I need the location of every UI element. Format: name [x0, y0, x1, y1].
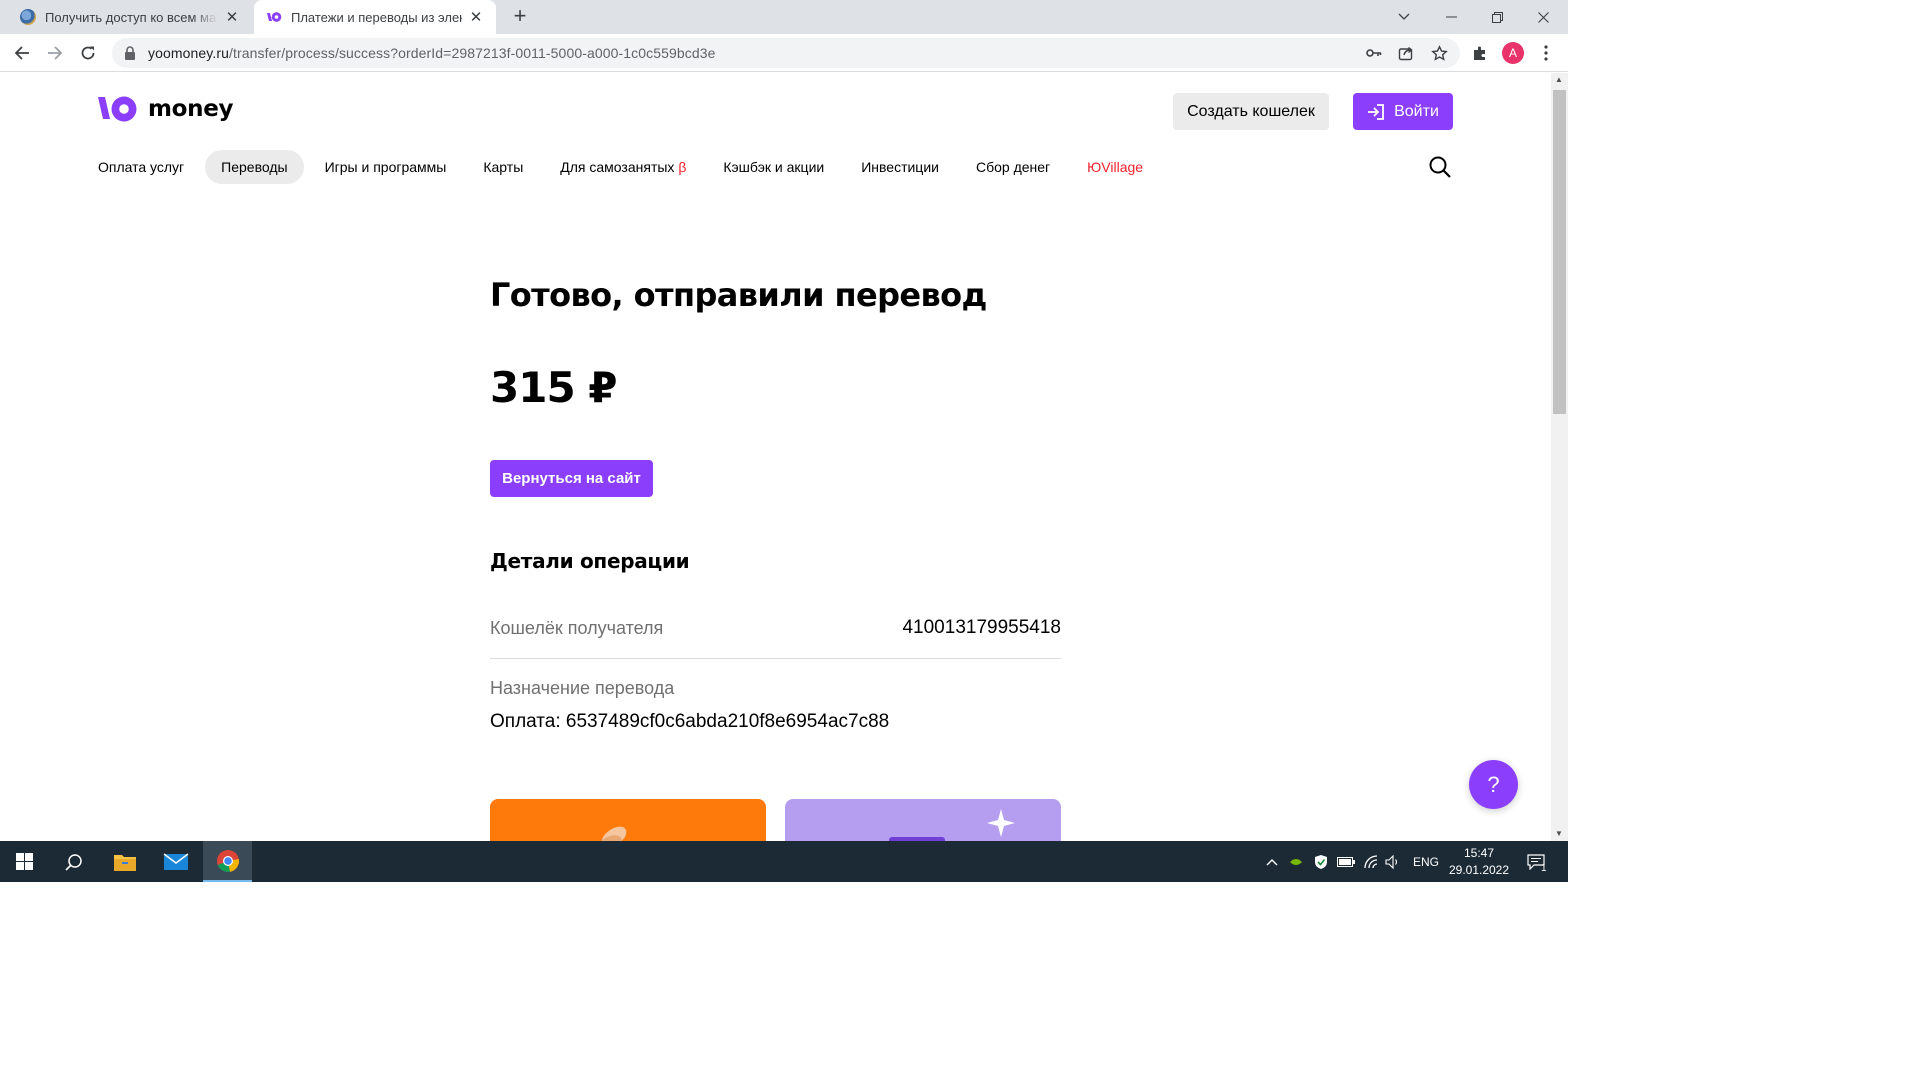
tab-search-icon[interactable]	[1381, 0, 1427, 34]
browser-menu-icon[interactable]	[1534, 41, 1558, 65]
tab-title: Получить доступ ко всем материалам	[45, 9, 218, 25]
url-host: yoomoney.ru	[148, 45, 229, 61]
nvidia-tray-icon[interactable]	[1286, 841, 1306, 882]
coin-illustration-icon	[593, 826, 627, 841]
menu-item-label: Для самозанятых	[560, 159, 675, 175]
menu-item-games[interactable]: Игры и программы	[309, 150, 463, 184]
input-language[interactable]: ENG	[1413, 855, 1439, 869]
sparkle-illustration-icon	[889, 809, 1015, 841]
chrome-taskbar-icon[interactable]	[203, 841, 252, 882]
beta-badge: β	[678, 159, 687, 175]
taskbar-search-icon[interactable]	[49, 841, 98, 882]
notifications-icon[interactable]: 1	[1521, 841, 1551, 882]
url-text: yoomoney.ru/transfer/process/success?ord…	[148, 45, 716, 61]
scroll-up-icon[interactable]: ▲	[1555, 75, 1563, 84]
wifi-icon[interactable]	[1361, 841, 1381, 882]
new-tab-button[interactable]: +	[508, 5, 532, 29]
file-explorer-icon[interactable]	[100, 841, 149, 882]
recipient-wallet-row: Кошелёк получателя 410013179955418	[490, 613, 1061, 659]
reload-icon[interactable]	[76, 41, 100, 65]
menu-item-cashback[interactable]: Кэшбэк и акции	[707, 150, 840, 184]
menu-item-investments[interactable]: Инвестиции	[845, 150, 955, 184]
battery-icon[interactable]	[1336, 841, 1356, 882]
restore-icon[interactable]	[1474, 0, 1520, 34]
login-button[interactable]: Войти	[1353, 93, 1453, 130]
scroll-down-icon[interactable]: ▼	[1555, 829, 1563, 838]
yoomoney-logo[interactable]: money	[98, 95, 234, 123]
close-window-icon[interactable]	[1520, 0, 1566, 34]
menu-item-services[interactable]: Оплата услуг	[82, 150, 200, 184]
extensions-icon[interactable]	[1468, 41, 1492, 65]
details-heading: Детали операции	[490, 549, 690, 573]
site-favicon-icon	[20, 9, 36, 25]
purpose-row: Назначение перевода Оплата: 6537489cf0c6…	[490, 675, 1061, 733]
purpose-value: Оплата: 6537489cf0c6abda210f8e6954ac7c88	[490, 711, 890, 732]
purpose-label: Назначение перевода	[490, 678, 675, 698]
bookmark-star-icon[interactable]	[1427, 41, 1451, 65]
clock-date: 29.01.2022	[1448, 863, 1510, 877]
yoomoney-favicon-icon	[266, 9, 282, 25]
key-icon[interactable]	[1362, 41, 1386, 65]
notification-count: 1	[1541, 863, 1547, 874]
menu-item-cards[interactable]: Карты	[467, 150, 539, 184]
menu-item-transfers[interactable]: Переводы	[205, 150, 304, 184]
close-tab-icon[interactable]: ✕	[468, 9, 484, 26]
volume-icon[interactable]	[1383, 841, 1403, 882]
promo-card-lilac[interactable]	[785, 799, 1061, 841]
recipient-wallet-label: Кошелёк получателя	[490, 618, 664, 638]
menu-item-fundraising[interactable]: Сбор денег	[960, 150, 1066, 184]
scrollbar-thumb[interactable]	[1553, 90, 1566, 414]
return-to-site-button[interactable]: Вернуться на сайт	[490, 460, 653, 497]
recipient-wallet-value: 410013179955418	[902, 617, 1061, 638]
share-icon[interactable]	[1394, 41, 1418, 65]
browser-tab-1[interactable]: Получить доступ ко всем материалам ✕	[8, 0, 252, 34]
browser-tab-2[interactable]: Платежи и переводы из электронного кошел…	[254, 0, 496, 34]
help-button[interactable]: ?	[1469, 760, 1518, 809]
transfer-amount: 315 ₽	[490, 363, 618, 412]
minimize-icon[interactable]	[1428, 0, 1474, 34]
page-scrollbar[interactable]: ▲ ▼	[1551, 73, 1568, 841]
profile-avatar[interactable]: A	[1502, 42, 1524, 64]
url-path: /transfer/process/success?orderId=298721…	[229, 45, 716, 61]
create-wallet-button[interactable]: Создать кошелек	[1173, 93, 1329, 130]
tray-chevron-up-icon[interactable]	[1262, 841, 1282, 882]
tab-title: Платежи и переводы из электронного кошел…	[291, 9, 462, 25]
login-label: Войти	[1394, 102, 1439, 120]
windows-taskbar: ENG 15:47 29.01.2022 1	[0, 841, 1568, 882]
search-icon[interactable]	[1428, 155, 1452, 179]
windows-start-icon[interactable]	[0, 841, 49, 882]
promo-card-orange[interactable]	[490, 799, 766, 841]
defender-shield-icon[interactable]	[1311, 841, 1331, 882]
main-menu: Оплата услуг Переводы Игры и программы К…	[82, 149, 1164, 185]
close-tab-icon[interactable]: ✕	[224, 9, 240, 26]
system-clock[interactable]: 15:47 29.01.2022	[1444, 845, 1514, 879]
back-arrow-icon[interactable]	[10, 41, 34, 65]
menu-item-self-employed[interactable]: Для самозанятых β	[544, 150, 702, 184]
lock-icon	[125, 46, 135, 60]
yoomoney-logo-icon	[98, 96, 137, 122]
menu-item-yuvillage[interactable]: ЮVillage	[1071, 150, 1159, 184]
mail-icon[interactable]	[151, 841, 200, 882]
browser-tab-bar: Получить доступ ко всем материалам ✕ Пла…	[0, 0, 1568, 34]
page-viewport: money Создать кошелек Войти Оплата услуг…	[0, 73, 1551, 841]
address-bar[interactable]: yoomoney.ru/transfer/process/success?ord…	[112, 38, 1460, 68]
browser-toolbar: yoomoney.ru/transfer/process/success?ord…	[0, 34, 1568, 72]
login-icon	[1368, 103, 1385, 120]
clock-time: 15:47	[1463, 846, 1495, 860]
forward-arrow-icon[interactable]	[43, 41, 67, 65]
page-title: Готово, отправили перевод	[490, 276, 987, 314]
logo-text: money	[148, 96, 234, 122]
